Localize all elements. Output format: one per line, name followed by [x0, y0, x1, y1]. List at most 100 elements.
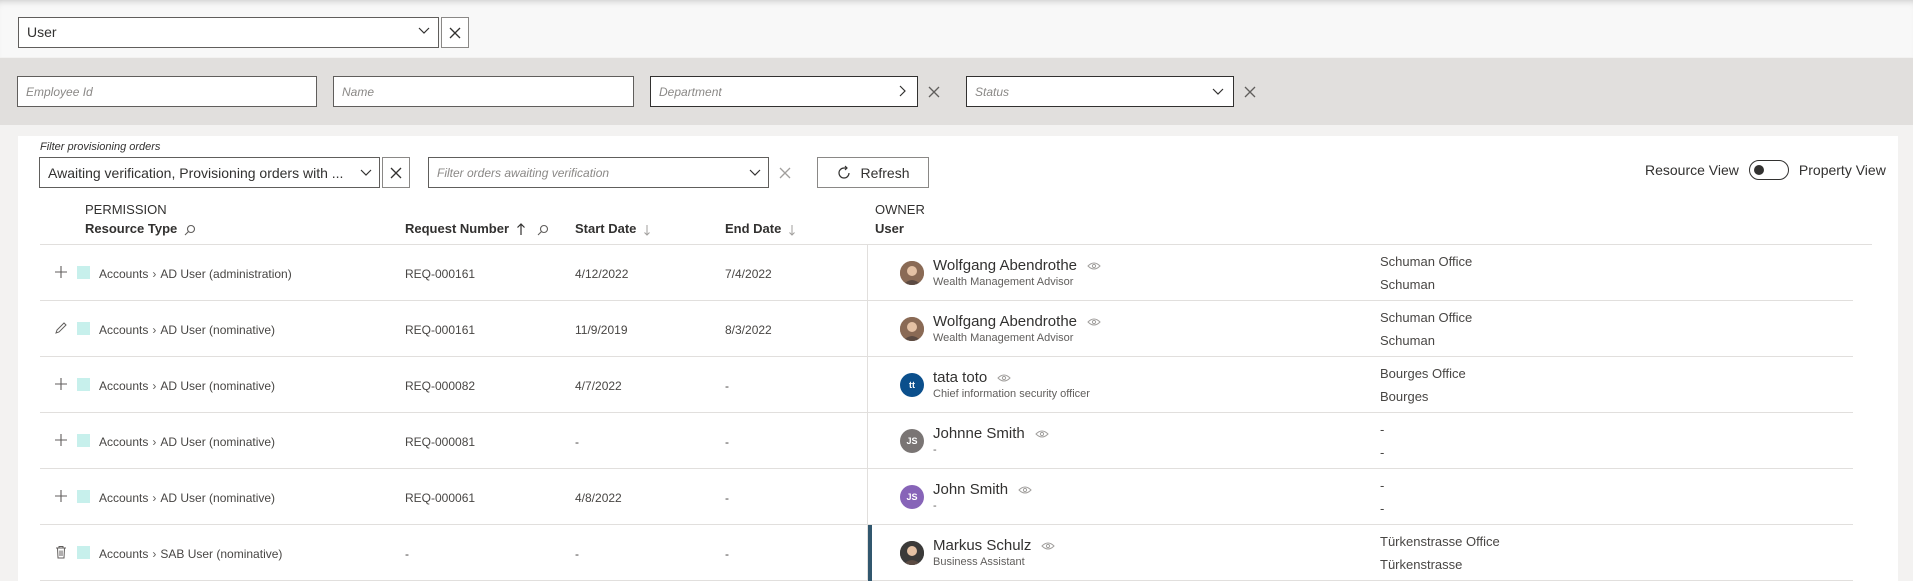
- start-date-header[interactable]: Start Date: [575, 221, 651, 236]
- clear-verification-button[interactable]: [771, 157, 799, 188]
- owner-role: Business Assistant: [933, 556, 1025, 568]
- end-date: -: [725, 435, 729, 449]
- resource-type-header[interactable]: Resource Type: [85, 221, 196, 236]
- eye-icon[interactable]: [1035, 429, 1049, 439]
- add-icon[interactable]: [54, 489, 68, 503]
- entity-type-select[interactable]: User: [18, 17, 439, 48]
- verification-filter-select[interactable]: Filter orders awaiting verification: [428, 157, 769, 188]
- name-field[interactable]: Name: [333, 76, 634, 107]
- close-icon: [779, 167, 791, 178]
- table-row[interactable]: Accounts › AD User (nominative) REQ-000161…: [40, 301, 1853, 357]
- end-date: -: [725, 379, 729, 393]
- department-field[interactable]: Department: [650, 76, 918, 107]
- add-icon[interactable]: [54, 377, 68, 391]
- chevron-down-icon: [418, 27, 430, 34]
- resource-type: AD User (administration): [160, 267, 292, 281]
- clear-entity-button[interactable]: [441, 17, 469, 48]
- status-field[interactable]: Status: [966, 76, 1234, 107]
- add-icon[interactable]: [54, 265, 68, 279]
- owner-name[interactable]: Wolfgang Abendrothe: [933, 257, 1101, 274]
- search-icon[interactable]: [537, 224, 549, 236]
- start-date: 11/9/2019: [575, 323, 628, 337]
- site-location: Bourges: [1380, 389, 1429, 404]
- end-date: -: [725, 491, 729, 505]
- owner-name[interactable]: Wolfgang Abendrothe: [933, 313, 1101, 330]
- start-date: 4/12/2022: [575, 267, 629, 281]
- owner-role: -: [933, 500, 937, 512]
- table-row[interactable]: Accounts › AD User (administration) REQ-00…: [40, 245, 1853, 301]
- employee-id-field[interactable]: Employee Id: [17, 76, 317, 107]
- request-number: REQ-000161: [405, 267, 476, 281]
- owner-name[interactable]: John Smith: [933, 481, 1032, 498]
- resource-type-header-label: Resource Type: [85, 221, 178, 236]
- resource-type: AD User (nominative): [160, 435, 276, 449]
- end-date: 7/4/2022: [725, 267, 772, 281]
- owner-name[interactable]: tata toto: [933, 369, 1011, 386]
- eye-icon[interactable]: [1018, 485, 1032, 495]
- request-number-header[interactable]: Request Number: [405, 221, 549, 236]
- office-location: -: [1380, 478, 1385, 493]
- office-location: -: [1380, 422, 1385, 437]
- office-location: Schuman Office: [1380, 310, 1473, 325]
- owner-name[interactable]: Markus Schulz: [933, 537, 1056, 554]
- orders-filter-select[interactable]: Awaiting verification, Provisioning orde…: [39, 157, 380, 188]
- resource-type: SAB User (nominative): [160, 547, 283, 561]
- avatar: JS: [900, 429, 924, 453]
- resource-color-swatch: [77, 378, 90, 391]
- chevron-right-icon: ›: [152, 435, 157, 449]
- add-icon[interactable]: [54, 433, 68, 447]
- site-location: -: [1380, 501, 1385, 516]
- resource-color-swatch: [77, 266, 90, 279]
- edit-icon[interactable]: [54, 321, 68, 335]
- resource-category: Accounts: [99, 267, 149, 281]
- view-switch[interactable]: [1748, 160, 1789, 180]
- sort-descending-icon: [644, 224, 650, 236]
- clear-department-button[interactable]: [920, 76, 948, 107]
- selection-indicator: [868, 525, 872, 581]
- end-date-header-label: End Date: [725, 221, 782, 236]
- start-date: 4/7/2022: [575, 379, 622, 393]
- resource-category: Accounts: [99, 435, 149, 449]
- eye-icon[interactable]: [1041, 541, 1056, 551]
- resource-color-swatch: [77, 490, 90, 503]
- refresh-button[interactable]: Refresh: [817, 157, 929, 188]
- avatar-initials: JS: [906, 436, 918, 446]
- resource-type: AD User (nominative): [160, 323, 276, 337]
- verification-placeholder: Filter orders awaiting verification: [437, 166, 610, 180]
- chevron-right-icon: ›: [152, 547, 157, 561]
- eye-icon[interactable]: [1087, 261, 1101, 271]
- table-row[interactable]: Accounts › AD User (nominative) REQ-000081…: [40, 413, 1853, 469]
- avatar-initials: JS: [906, 492, 918, 502]
- resource-category: Accounts: [99, 491, 149, 505]
- property-view-label: Property View: [1798, 162, 1886, 178]
- table-row[interactable]: Accounts › AD User (nominative) REQ-000082…: [40, 357, 1853, 413]
- office-location: Schuman Office: [1380, 254, 1473, 269]
- status-placeholder: Status: [975, 85, 1010, 99]
- avatar-photo-icon: [900, 541, 924, 565]
- eye-icon[interactable]: [997, 373, 1011, 383]
- clear-status-button[interactable]: [1236, 76, 1264, 107]
- end-date-header[interactable]: End Date: [725, 221, 796, 236]
- end-date: -: [725, 547, 729, 561]
- site-location: Schuman: [1380, 277, 1435, 292]
- owner-name[interactable]: Johnne Smith: [933, 425, 1049, 442]
- orders-filter-label: Filter provisioning orders: [40, 141, 161, 153]
- table-row[interactable]: Accounts › SAB User (nominative) - - - Mar…: [40, 525, 1853, 581]
- close-icon: [390, 167, 402, 178]
- switch-knob: [1753, 165, 1764, 175]
- owner-name-text: Johnne Smith: [933, 425, 1025, 442]
- view-toggle: Resource View Property View: [1645, 160, 1886, 180]
- table-row[interactable]: Accounts › AD User (nominative) REQ-000061…: [40, 469, 1853, 525]
- resource-path: Accounts › AD User (nominative): [99, 435, 275, 449]
- entity-type-value: User: [27, 24, 57, 40]
- chevron-right-icon: ›: [152, 267, 157, 281]
- resource-path: Accounts › AD User (administration): [99, 267, 292, 281]
- eye-icon[interactable]: [1087, 317, 1101, 327]
- avatar: tt: [900, 373, 924, 397]
- search-icon[interactable]: [184, 224, 196, 236]
- owner-name-text: Markus Schulz: [933, 537, 1032, 554]
- delete-icon[interactable]: [54, 545, 68, 559]
- refresh-label: Refresh: [860, 164, 910, 181]
- clear-orders-filter-button[interactable]: [382, 157, 410, 188]
- site-location: Türkenstrasse: [1380, 557, 1463, 572]
